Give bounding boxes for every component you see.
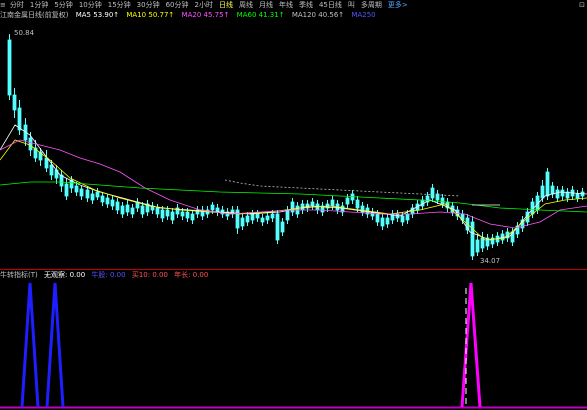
candle-body <box>345 197 350 205</box>
candle-body <box>100 195 105 203</box>
candle-body <box>265 215 270 221</box>
candle-body <box>180 211 185 217</box>
candle-body <box>330 199 335 207</box>
candle-body <box>85 189 90 199</box>
candle-body <box>275 213 280 241</box>
candle-body <box>44 157 49 169</box>
high-price-label: 50.84 <box>14 29 35 37</box>
candle-body <box>355 199 360 209</box>
candle-body <box>385 217 390 225</box>
candle-body <box>130 207 135 215</box>
candle-body <box>290 201 295 213</box>
candle-body <box>95 191 100 198</box>
candle-body <box>185 211 190 219</box>
candle-body <box>260 217 265 223</box>
candle-body <box>245 215 250 223</box>
candle-body <box>545 171 550 197</box>
candle-body <box>79 188 84 197</box>
candle-body <box>255 213 260 219</box>
candle-body <box>210 204 215 211</box>
candle-body <box>110 199 115 207</box>
candle-body <box>155 207 160 215</box>
candle-body <box>380 217 385 227</box>
candle-body <box>375 213 380 223</box>
candle-body <box>160 209 165 219</box>
indicator-signals <box>20 282 482 408</box>
candlesticks <box>7 34 585 260</box>
candle-body <box>440 197 445 205</box>
signal-spike-0 <box>20 282 40 408</box>
signal-spike-1 <box>45 282 65 408</box>
candle-body <box>190 213 195 221</box>
candle-body <box>105 197 110 205</box>
ma-line-4 <box>224 179 461 197</box>
candle-body <box>560 189 565 197</box>
candle-body <box>285 209 290 221</box>
candle-body <box>405 213 410 221</box>
candle-body <box>470 221 475 257</box>
ma-line-0 <box>0 124 587 241</box>
candle-body <box>555 189 560 199</box>
candle-body <box>480 237 485 249</box>
candle-body <box>540 185 545 199</box>
candle-body <box>475 239 480 253</box>
candle-body <box>270 213 275 219</box>
candle-body <box>64 183 69 197</box>
low-price-label: 34.07 <box>480 257 500 265</box>
candle-body <box>90 193 95 201</box>
candle-body <box>125 204 130 213</box>
candle-body <box>115 201 120 211</box>
candle-body <box>550 185 555 195</box>
candle-body <box>12 94 17 111</box>
candle-body <box>28 137 33 151</box>
candle-body <box>170 211 175 221</box>
candle-body <box>575 193 580 199</box>
candle-body <box>280 221 285 233</box>
candle-body <box>430 187 435 199</box>
candle-body <box>120 205 125 215</box>
candle-body <box>310 201 315 207</box>
kline-chart[interactable]: 50.84 34.07 <box>0 0 587 410</box>
candle-body <box>400 215 405 223</box>
candle-body <box>17 107 22 131</box>
candle-body <box>140 205 145 215</box>
candle-body <box>49 164 54 176</box>
candle-body <box>240 217 245 227</box>
moving-average-lines <box>0 124 587 241</box>
candle-body <box>74 185 79 193</box>
signal-spike-2 <box>460 282 482 408</box>
candle-body <box>7 39 12 96</box>
candle-body <box>250 213 255 221</box>
candle-body <box>165 209 170 217</box>
